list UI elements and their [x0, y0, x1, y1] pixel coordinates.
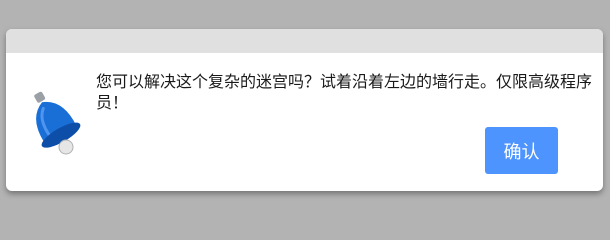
- bell-icon: [34, 91, 81, 155]
- dialog-message: 您可以解决这个复杂的迷宫吗？试着沿着左边的墙行走。仅限高级程序员！: [96, 72, 593, 112]
- confirm-button[interactable]: 确认: [485, 127, 558, 174]
- dialog-titlebar[interactable]: [6, 29, 603, 53]
- alert-dialog: 您可以解决这个复杂的迷宫吗？试着沿着左边的墙行走。仅限高级程序员！ 确认: [6, 29, 603, 191]
